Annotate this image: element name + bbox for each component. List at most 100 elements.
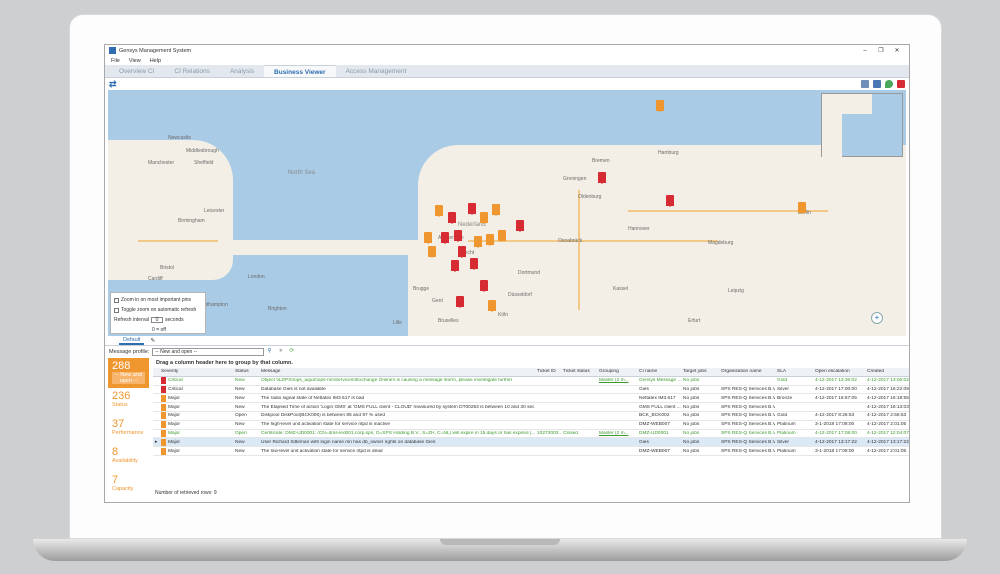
alert-pin-critical[interactable] [456, 296, 464, 308]
sea-area [228, 90, 438, 240]
alert-pin-critical[interactable] [480, 280, 488, 292]
cell-status: New [235, 448, 245, 454]
menu-help[interactable]: Help [150, 58, 161, 64]
alert-pin-critical[interactable] [441, 232, 449, 244]
menu-bar: File View Help [105, 56, 909, 65]
alert-pin-critical[interactable] [468, 203, 476, 215]
tab-ci-relations[interactable]: CI Relations [164, 65, 219, 77]
message-profile-select[interactable]: -- New and open -- [152, 348, 265, 356]
alert-pin-critical[interactable] [448, 212, 456, 224]
city-label: Bruxelles [438, 318, 459, 324]
cell-status: New [235, 378, 245, 384]
alert-pin-critical[interactable] [458, 246, 466, 258]
cell-oe: 4-12-2017 16:57:05 [815, 395, 857, 401]
swap-arrows-icon[interactable]: ⇄ [109, 79, 117, 90]
alert-pin-major[interactable] [486, 234, 494, 246]
map-pin-icon[interactable] [885, 80, 893, 88]
alert-pin-major[interactable] [424, 232, 432, 244]
city-label: Gent [432, 298, 443, 304]
table-row[interactable]: Major New The radio signal state of Nettat… [153, 394, 909, 404]
stat-status[interactable]: 236 Status [108, 388, 149, 416]
alert-pin-critical[interactable] [598, 172, 606, 184]
stat-availability[interactable]: 8 Availability [108, 444, 149, 472]
severity-color-icon [161, 421, 166, 429]
table-row[interactable]: Major New The high-level unit activation s… [153, 421, 909, 430]
alert-pin-major[interactable] [474, 236, 482, 248]
alert-pin-major[interactable] [492, 204, 500, 216]
cell-grp[interactable]: Master (2 m... [597, 378, 637, 383]
maximize-button[interactable]: ❐ [873, 47, 889, 54]
tab-overview-ci[interactable]: Overview CI [109, 65, 164, 77]
edit-view-icon[interactable]: ✎ [150, 338, 155, 344]
col-grouping[interactable]: Grouping [597, 369, 637, 374]
overview-minimap[interactable] [821, 93, 903, 158]
severity-color-icon [161, 412, 166, 420]
stat-new-open[interactable]: 288 -- New and open -- [108, 358, 149, 388]
city-label: Middlesbrough [186, 148, 219, 154]
refresh-icon[interactable]: ⟳ [289, 348, 297, 356]
col-ci-name[interactable]: CI name [637, 369, 681, 374]
alert-pin-major[interactable] [428, 246, 436, 258]
city-label: Leipzig [728, 288, 744, 294]
city-label: Köln [498, 312, 509, 318]
alert-pin-major[interactable] [435, 205, 443, 217]
layout-icon[interactable] [861, 80, 869, 88]
menu-view[interactable]: View [129, 58, 141, 64]
alert-pin-critical[interactable] [451, 260, 459, 272]
table-row[interactable]: Major New The low-level unit activation st… [153, 447, 909, 456]
alert-pin-icon[interactable] [897, 80, 905, 88]
toggle-zoom-checkbox[interactable] [114, 307, 119, 313]
alert-pin-critical[interactable] [454, 230, 462, 242]
col-ticket-status[interactable]: Ticket status [561, 369, 597, 374]
table-row[interactable]: Major Open Certificate: DMZ-UD0001: /CN=dm… [153, 429, 909, 439]
grid-body: Critical New Object \\LDPS\\ops_aqua\\ops-… [153, 377, 909, 456]
zoom-important-checkbox[interactable] [114, 297, 119, 303]
col-status[interactable]: Status [233, 369, 259, 374]
refresh-interval-input[interactable]: 0 [151, 317, 164, 323]
col-sla[interactable]: SLA [775, 369, 813, 374]
alert-pin-critical[interactable] [666, 195, 674, 207]
hierarchy-icon[interactable] [873, 80, 881, 88]
cell-ci: Gies [639, 386, 649, 392]
tab-business-viewer[interactable]: Business Viewer [264, 65, 336, 77]
close-button[interactable]: ✕ [889, 47, 905, 54]
minimize-button[interactable]: – [857, 48, 873, 54]
zoom-in-button[interactable]: + [871, 312, 883, 324]
stat-performance[interactable]: 37 Performance [108, 416, 149, 444]
stat-number: 37 [112, 418, 125, 430]
alert-pin-major[interactable] [480, 212, 488, 224]
cell-grp[interactable]: Master (2 m... [597, 431, 637, 436]
alert-pin-major[interactable] [488, 300, 496, 312]
table-row[interactable]: Critical New Object \\LDPS\\ops_aqua\\ops-… [153, 377, 909, 386]
table-row[interactable]: Major New The Elapsed Time of action 'Logi… [153, 403, 909, 412]
col-target-jobs[interactable]: Target jobs [681, 369, 719, 374]
tab-access-management[interactable]: Access Management [336, 65, 417, 77]
stat-number: 8 [112, 446, 119, 458]
alert-pin-major[interactable] [656, 100, 664, 112]
stat-label: Capacity [112, 486, 134, 492]
map-view[interactable]: North Sea Newcastle Middlesbrough Manche… [108, 90, 906, 336]
alert-pin-critical[interactable] [516, 220, 524, 232]
col-ticket-id[interactable]: Ticket ID [535, 369, 561, 374]
table-row[interactable]: ▸ Major New User Richard Sitteman with logi… [153, 438, 909, 448]
col-severity[interactable]: Severity [159, 369, 209, 374]
table-row[interactable]: Major Open Diskpool DiskPool(BCK006) is be… [153, 412, 909, 421]
col-organisation[interactable]: Organisation name [719, 369, 775, 374]
window-title: Gensys Management System [119, 47, 192, 54]
alert-pin-major[interactable] [798, 202, 806, 214]
tab-analysis[interactable]: Analysis [220, 65, 264, 77]
alert-pin-major[interactable] [498, 230, 506, 242]
star-icon[interactable]: ★ [278, 348, 286, 356]
col-created[interactable]: Created [865, 369, 909, 374]
table-row[interactable]: Critical New Database Gies is not availabl… [153, 385, 909, 395]
stat-capacity[interactable]: 7 Capacity [108, 472, 149, 500]
alert-pin-critical[interactable] [470, 258, 478, 270]
col-open-escalation[interactable]: Open escalation [813, 369, 865, 374]
city-label: Leicester [204, 208, 225, 214]
search-icon[interactable]: ⚲ [267, 348, 275, 356]
menu-file[interactable]: File [111, 58, 120, 64]
col-message[interactable]: Message [259, 369, 535, 374]
tab-default[interactable]: Default [119, 337, 145, 345]
cell-status: New [235, 422, 245, 428]
cell-msg: Database Gies is not available [261, 386, 326, 392]
